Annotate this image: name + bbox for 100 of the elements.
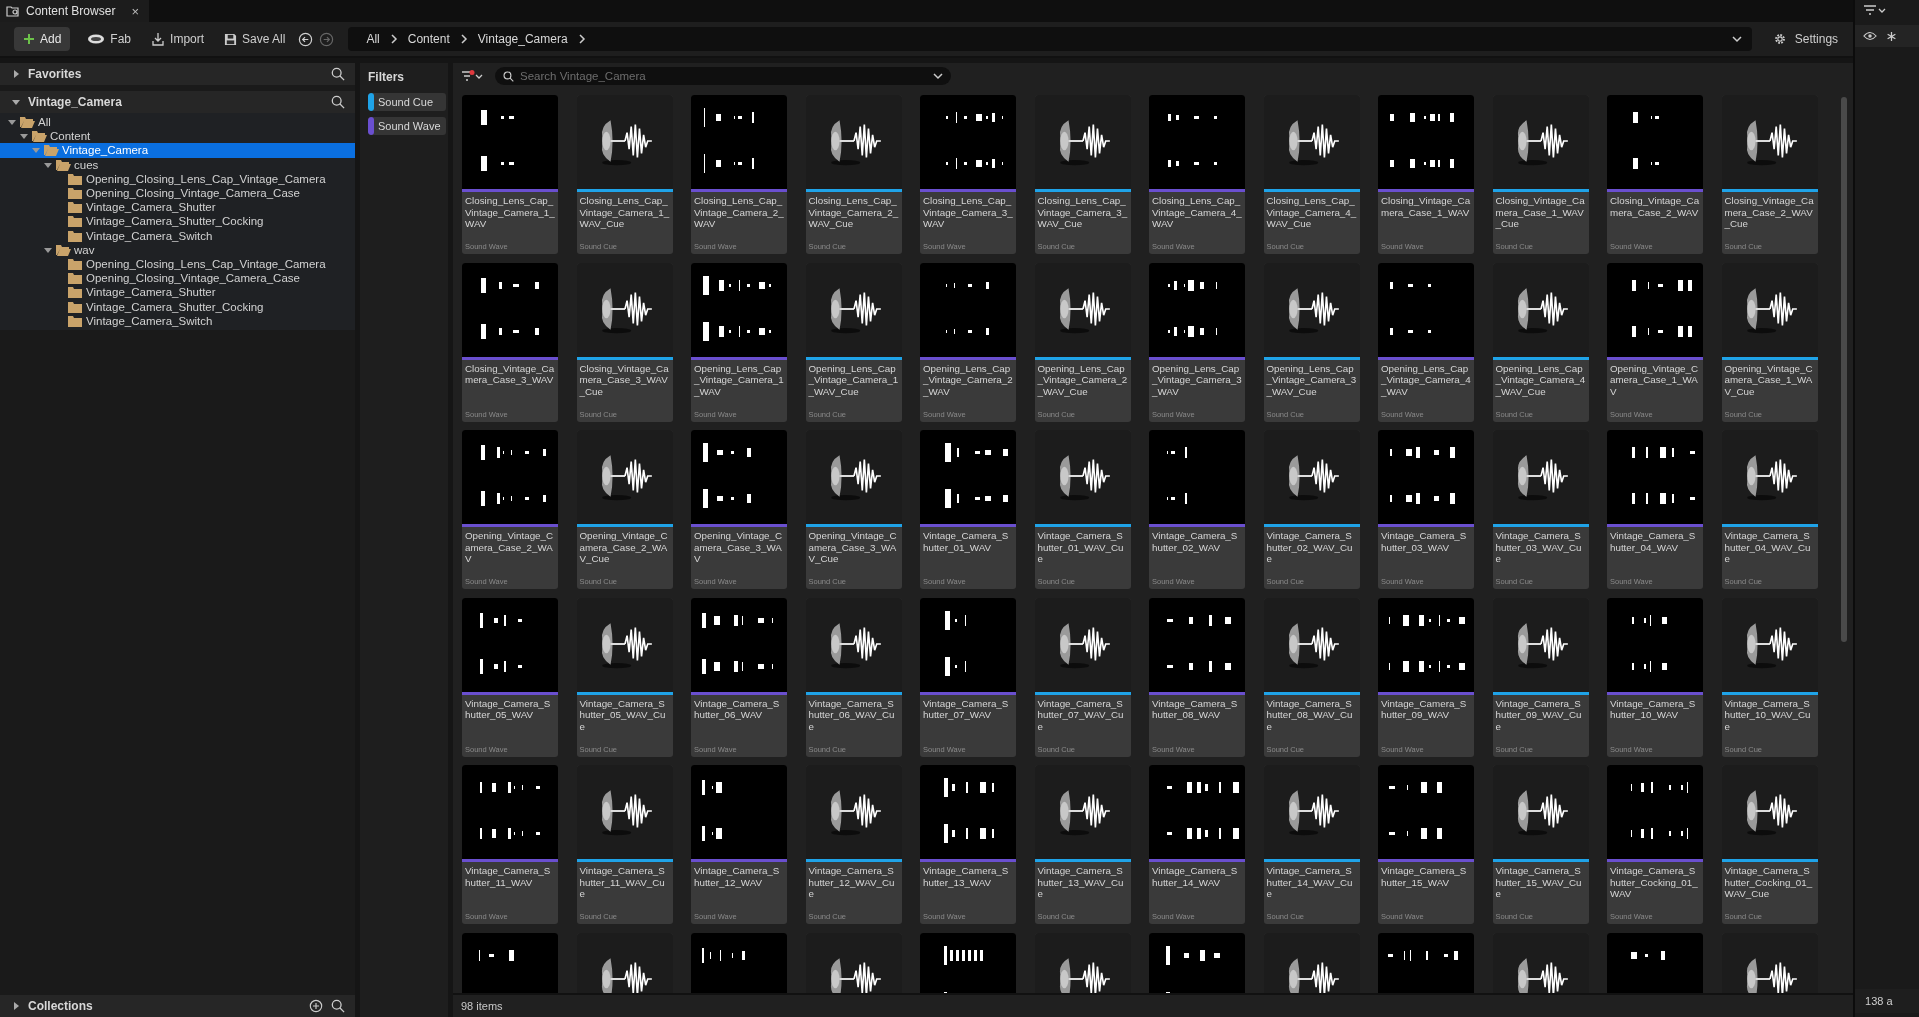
asset-name: Closing_Vintage_Camera_Case_1_WAV xyxy=(1381,195,1471,220)
folder-label: Vintage_Camera xyxy=(62,144,149,157)
folder-tree-item[interactable]: Vintage_Camera_Shutter xyxy=(0,200,355,215)
folder-tree-item[interactable]: Opening_Closing_Vintage_Camera_Case xyxy=(0,185,355,201)
asset-name: Opening_Vintage_Camera_Case_1_WAV xyxy=(1610,362,1700,399)
folder-icon xyxy=(67,272,83,285)
asset-name: Closing_Vintage_Camera_Case_3_WAV xyxy=(465,362,555,388)
count-label: 138 a xyxy=(1855,989,1919,1013)
folder-icon xyxy=(43,144,59,157)
asset-name: Vintage_Camera_Shutter_05_WAV xyxy=(465,697,552,723)
search-field[interactable]: Search Vintage_Camera xyxy=(520,70,927,82)
asset-name: Closing_Lens_Cap_Vintage_Camera_1_WAV xyxy=(465,195,555,232)
search-icon[interactable] xyxy=(331,95,345,109)
folder-icon xyxy=(67,187,83,200)
asset-name: Vintage_Camera_Shutter_07_WAV xyxy=(923,697,1010,723)
folder-label: Vintage_Camera_Shutter_Cocking xyxy=(86,215,264,228)
asset-name: Vintage_Camera_Shutter_Cocking_01_WAV xyxy=(1610,865,1699,902)
folder-label: cues xyxy=(74,158,99,171)
folder-tree-item[interactable]: Opening_Closing_Vintage_Camera_Case xyxy=(0,271,355,286)
folder-icon xyxy=(67,257,83,270)
folder-label: Opening_Closing_Vintage_Camera_Case xyxy=(86,187,300,200)
asset-name: Vintage_Camera_Shutter_10_WAV_Cue xyxy=(1724,697,1812,734)
asset-name: Vintage_Camera_Shutter_04_WAV xyxy=(1610,530,1697,555)
asset-name: Vintage_Camera_Shutter_07_WAV_Cue xyxy=(1037,697,1125,734)
folder-label: All xyxy=(38,116,51,129)
folder-icon xyxy=(67,286,83,299)
folder-label: Vintage_Camera_Switch xyxy=(86,314,213,327)
asset-name: Closing_Lens_Cap_Vintage_Camera_3_WAV_Cue xyxy=(1037,195,1128,232)
folder-tree-item[interactable]: Opening_Closing_Lens_Cap_Vintage_Camera xyxy=(0,256,355,272)
folder-label: Vintage_Camera_Shutter xyxy=(86,201,216,214)
search-icon xyxy=(503,70,514,82)
folder-icon xyxy=(67,300,83,313)
tab-close-button[interactable]: × xyxy=(131,3,139,19)
asset-name: Vintage_Camera_Shutter_13_WAV_Cue xyxy=(1037,865,1125,902)
folder-tree-item[interactable]: Vintage_Camera_Switch xyxy=(0,228,355,243)
folder-search-icon xyxy=(6,5,20,17)
folder-icon xyxy=(67,201,83,214)
asset-name: Vintage_Camera_Shutter_10_WAV xyxy=(1610,697,1697,723)
chevron-right-icon[interactable] xyxy=(459,34,468,44)
folder-icon xyxy=(55,158,71,171)
folder-tree-item[interactable]: All xyxy=(0,115,355,130)
folder-label: Opening_Closing_Vintage_Camera_Case xyxy=(86,272,300,285)
folder-tree-item[interactable]: Vintage_Camera_Switch xyxy=(0,313,355,328)
asset-name: Vintage_Camera_Shutter_12_WAV_Cue xyxy=(808,865,896,902)
folder-label: Opening_Closing_Lens_Cap_Vintage_Camera xyxy=(86,257,326,270)
import-button[interactable]: Import xyxy=(144,27,212,51)
add-icon[interactable] xyxy=(309,999,323,1013)
breadcrumb-link[interactable]: Content xyxy=(407,32,450,46)
star-icon[interactable] xyxy=(1887,31,1897,41)
caret-icon xyxy=(12,98,20,106)
asset-name: Vintage_Camera_Shutter_15_WAV xyxy=(1381,865,1468,890)
asset-name: Closing_Lens_Cap_Vintage_Camera_1_WAV_Cue xyxy=(579,195,670,232)
filter-chip[interactable]: Sound Cue xyxy=(368,93,446,111)
filter-icon[interactable] xyxy=(461,70,483,82)
asset-name: Closing_Vintage_Camera_Case_1_WAV_Cue xyxy=(1495,195,1586,232)
eye-icon[interactable] xyxy=(1863,31,1878,41)
settings-button[interactable]: Settings xyxy=(1765,27,1846,51)
fab-button[interactable]: Fab xyxy=(80,27,139,51)
folder-tree-item[interactable]: Vintage_Camera_Shutter xyxy=(0,285,355,300)
folder-tree-item[interactable]: Vintage_Camera xyxy=(0,143,355,158)
asset-name: Closing_Vintage_Camera_Case_2_WAV xyxy=(1610,195,1700,220)
folder-tree-item[interactable]: cues xyxy=(0,157,355,172)
folder-tree-item[interactable]: Vintage_Camera_Shutter_Cocking xyxy=(0,299,355,314)
breadcrumb-link[interactable]: All xyxy=(366,32,380,46)
asset-name: Opening_Lens_Cap_Vintage_Camera_4_WAV xyxy=(1381,362,1471,399)
favorites-header[interactable]: Favorites xyxy=(0,63,355,85)
asset-name: Opening_Vintage_Camera_Case_3_WAV xyxy=(694,530,784,567)
folder-icon xyxy=(55,243,71,256)
add-button[interactable]: Add xyxy=(14,27,71,51)
folder-label: Vintage_Camera_Shutter_Cocking xyxy=(86,300,264,313)
asset-name: Vintage_Camera_Shutter_11_WAV_Cue xyxy=(579,865,666,902)
folder-icon xyxy=(67,314,83,327)
folder-label: Content xyxy=(50,130,91,143)
search-icon[interactable] xyxy=(331,67,345,81)
scrollbar[interactable] xyxy=(1841,97,1848,642)
folder-label: wav xyxy=(74,243,95,256)
asset-name: Vintage_Camera_Shutter_04_WAV_Cue xyxy=(1724,530,1812,567)
disc-icon xyxy=(87,33,106,45)
folder-tree-item[interactable]: Opening_Closing_Lens_Cap_Vintage_Camera xyxy=(0,171,355,186)
search-bar[interactable]: Search Vintage_Camera xyxy=(495,67,951,85)
collections-header[interactable]: Collections xyxy=(0,995,355,1017)
folder-label: Opening_Closing_Lens_Cap_Vintage_Camera xyxy=(86,172,326,185)
folder-tree-item[interactable]: Vintage_Camera_Shutter_Cocking xyxy=(0,214,355,229)
asset-name: Opening_Lens_Cap_Vintage_Camera_1_WAV xyxy=(694,362,784,399)
caret-icon[interactable] xyxy=(44,245,52,254)
filter-icon[interactable] xyxy=(1863,4,1888,16)
save-button[interactable]: Save All xyxy=(217,27,293,51)
asset-name: Closing_Lens_Cap_Vintage_Camera_4_WAV_Cue xyxy=(1266,195,1357,232)
breadcrumb-link[interactable]: Vintage_Camera xyxy=(477,32,568,46)
content-browser-tab[interactable]: Content Browser × xyxy=(0,0,149,22)
chevron-right-icon[interactable] xyxy=(577,34,586,44)
folder-tree-item[interactable]: wav xyxy=(0,242,355,257)
filter-chip[interactable]: Sound Wave xyxy=(368,117,446,135)
asset-name: Opening_Lens_Cap_Vintage_Camera_2_WAV xyxy=(923,362,1013,399)
asset-name: Vintage_Camera_Shutter_15_WAV_Cue xyxy=(1495,865,1583,902)
folder-panel-header[interactable]: Vintage_Camera xyxy=(0,91,355,113)
chevron-right-icon[interactable] xyxy=(389,34,398,44)
asset-name: Closing_Lens_Cap_Vintage_Camera_2_WAV_Cue xyxy=(808,195,899,232)
folder-tree-item[interactable]: Content xyxy=(0,129,355,144)
search-icon[interactable] xyxy=(331,999,345,1013)
